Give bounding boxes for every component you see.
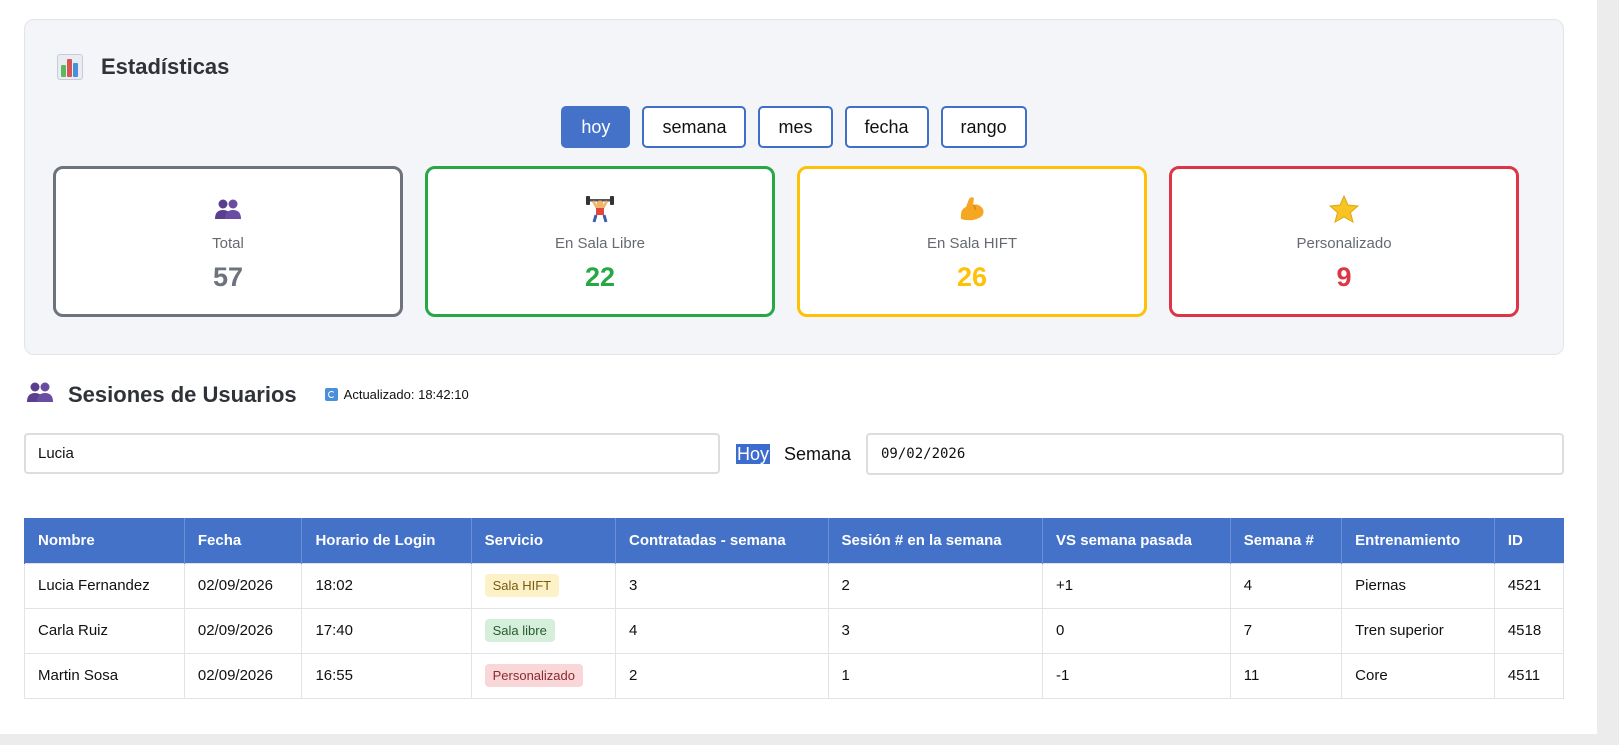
refresh-icon — [324, 388, 338, 401]
period-filter-group: hoy semana mes fecha rango — [25, 106, 1563, 148]
service-badge: Sala HIFT — [484, 574, 560, 597]
cell-semana: 7 — [1229, 607, 1343, 654]
table-row[interactable]: Martin Sosa 02/09/2026 16:55 Personaliza… — [24, 652, 1565, 699]
cell-vs: 0 — [1042, 607, 1231, 654]
cell-nombre: Martin Sosa — [24, 652, 185, 699]
filter-semana-button[interactable]: semana — [642, 106, 747, 148]
cell-contratadas: 4 — [615, 607, 829, 654]
cell-horario: 16:55 — [301, 652, 472, 699]
stats-header: Estadísticas — [57, 54, 229, 80]
stats-title: Estadísticas — [101, 54, 230, 79]
stat-personalizado-label: Personalizado — [1296, 235, 1392, 252]
stat-sala-libre-label: En Sala Libre — [554, 235, 646, 252]
cell-sesion: 3 — [827, 607, 1044, 654]
cell-vs: -1 — [1042, 652, 1231, 699]
sessions-title: Sesiones de Usuarios — [68, 381, 297, 407]
weightlifter-icon — [585, 193, 615, 225]
table-row[interactable]: Carla Ruiz 02/09/2026 17:40 Sala libre 4… — [24, 607, 1565, 654]
service-badge: Personalizado — [484, 664, 583, 687]
cell-servicio: Personalizado — [470, 652, 617, 699]
stat-box-sala-hift: En Sala HIFT 26 — [797, 166, 1147, 317]
cell-entrenamiento: Piernas — [1341, 562, 1495, 609]
stat-sala-libre-value: 22 — [584, 262, 616, 292]
cell-nombre: Lucia Fernandez — [24, 562, 185, 609]
stat-box-personalizado: Personalizado 9 — [1169, 166, 1519, 317]
stat-personalizado-value: 9 — [1336, 262, 1352, 292]
cell-id: 4511 — [1493, 652, 1565, 699]
quick-filter-hoy[interactable]: Hoy — [736, 444, 771, 464]
cell-fecha: 02/09/2026 — [183, 652, 303, 699]
service-badge: Sala libre — [484, 619, 555, 642]
cell-id: 4518 — [1493, 607, 1565, 654]
filter-fecha-button[interactable]: fecha — [844, 106, 929, 148]
column-header[interactable]: VS semana pasada — [1042, 518, 1231, 563]
stat-boxes: Total 57 En Sala Libre 22 En Sala HIFT 2… — [53, 166, 1519, 317]
users-icon — [26, 380, 54, 409]
stat-box-sala-libre: En Sala Libre 22 — [425, 166, 775, 317]
cell-id: 4521 — [1493, 562, 1565, 609]
sessions-header: Sesiones de Usuarios Actualizado: 18:42:… — [26, 380, 469, 409]
cell-fecha: 02/09/2026 — [183, 607, 303, 654]
stat-total-label: Total — [212, 235, 244, 252]
filter-mes-button[interactable]: mes — [758, 106, 833, 148]
column-header[interactable]: Contratadas - semana — [615, 518, 828, 563]
column-header[interactable]: ID — [1493, 518, 1564, 563]
cell-horario: 18:02 — [301, 562, 472, 609]
updated-label: Actualizado: 18:42:10 — [343, 387, 469, 402]
filter-rango-button[interactable]: rango — [940, 106, 1027, 148]
stat-total-value: 57 — [212, 262, 244, 292]
column-header[interactable]: Sesión # en la semana — [827, 518, 1043, 563]
bar-chart-icon — [57, 54, 83, 80]
column-header[interactable]: Fecha — [183, 518, 302, 563]
stat-box-total: Total 57 — [53, 166, 403, 317]
page: Estadísticas hoy semana mes fecha rango — [0, 0, 1597, 734]
date-input[interactable] — [866, 433, 1564, 475]
cell-entrenamiento: Core — [1341, 652, 1495, 699]
cell-contratadas: 2 — [615, 652, 829, 699]
stat-sala-hift-value: 26 — [956, 262, 988, 292]
cell-servicio: Sala HIFT — [470, 562, 617, 609]
flexed-biceps-icon — [957, 193, 987, 225]
updated-status: Actualizado: 18:42:10 — [324, 387, 469, 402]
cell-contratadas: 3 — [615, 562, 829, 609]
table-row[interactable]: Lucia Fernandez 02/09/2026 18:02 Sala HI… — [24, 562, 1565, 609]
users-icon — [214, 193, 242, 225]
filter-hoy-button[interactable]: hoy — [561, 106, 631, 148]
cell-servicio: Sala libre — [470, 607, 617, 654]
cell-semana: 11 — [1229, 652, 1343, 699]
cell-entrenamiento: Tren superior — [1341, 607, 1495, 654]
column-header[interactable]: Horario de Login — [301, 518, 472, 563]
stat-sala-hift-label: En Sala HIFT — [926, 235, 1018, 252]
scroll-track[interactable] — [1597, 0, 1619, 745]
stats-panel: Estadísticas hoy semana mes fecha rango — [24, 19, 1564, 355]
cell-nombre: Carla Ruiz — [24, 607, 185, 654]
cell-fecha: 02/09/2026 — [183, 562, 303, 609]
star-icon — [1329, 193, 1359, 225]
search-input[interactable] — [24, 433, 720, 474]
table-header-row: Nombre Fecha Horario de Login Servicio C… — [24, 518, 1564, 563]
column-header[interactable]: Nombre — [24, 518, 185, 563]
quick-filter-semana[interactable]: Semana — [784, 444, 851, 464]
column-header[interactable]: Entrenamiento — [1341, 518, 1495, 563]
cell-sesion: 1 — [827, 652, 1044, 699]
cell-sesion: 2 — [827, 562, 1044, 609]
sessions-table: Nombre Fecha Horario de Login Servicio C… — [24, 518, 1565, 699]
column-header[interactable]: Semana # — [1229, 518, 1342, 563]
cell-semana: 4 — [1229, 562, 1343, 609]
cell-vs: +1 — [1042, 562, 1231, 609]
column-header[interactable]: Servicio — [470, 518, 616, 563]
cell-horario: 17:40 — [301, 607, 472, 654]
